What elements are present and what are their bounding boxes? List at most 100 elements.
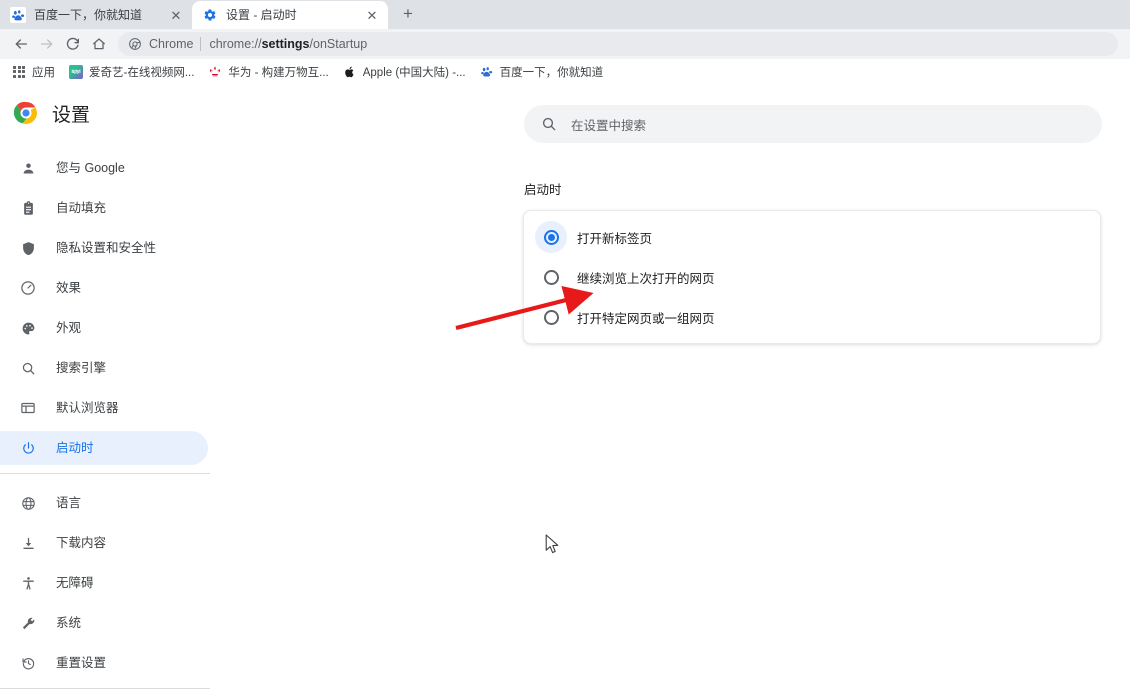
browser-window-icon xyxy=(18,398,38,418)
sidebar-item-label: 默认浏览器 xyxy=(56,400,119,415)
sidebar-item-system[interactable]: 系统 xyxy=(0,606,208,640)
sidebar-item-label: 效果 xyxy=(56,280,82,295)
wrench-icon xyxy=(18,613,38,633)
download-icon xyxy=(18,533,38,553)
bookmark-huawei[interactable]: 华为 - 构建万物互... xyxy=(202,62,334,82)
sidebar-item-accessibility[interactable]: 无障碍 xyxy=(0,566,208,600)
sidebar-item-autofill[interactable]: 自动填充 xyxy=(0,191,208,225)
sidebar-item-downloads[interactable]: 下载内容 xyxy=(0,526,208,560)
huawei-flower-icon xyxy=(208,65,222,79)
radio-button-open-new-tab[interactable] xyxy=(535,221,567,253)
sidebar-item-label: 下载内容 xyxy=(56,535,107,550)
back-button[interactable] xyxy=(8,31,34,57)
sidebar-item-label: 系统 xyxy=(56,615,82,630)
baidu-paw-icon xyxy=(10,7,26,23)
home-button[interactable] xyxy=(86,31,112,57)
reload-button[interactable] xyxy=(60,31,86,57)
sidebar-item-label: 无障碍 xyxy=(56,575,94,590)
sidebar-item-label: 自动填充 xyxy=(56,200,107,215)
sidebar-item-label: 外观 xyxy=(56,320,82,335)
url-bold-segment: settings xyxy=(261,37,310,51)
sidebar-item-label: 您与 Google xyxy=(56,160,125,175)
search-icon xyxy=(18,358,38,378)
tab-title: 设置 - 启动时 xyxy=(226,8,297,22)
sidebar-item-you-and-google[interactable]: 您与 Google xyxy=(0,151,208,185)
accessibility-icon xyxy=(18,573,38,593)
shield-icon xyxy=(18,238,38,258)
browser-tab-baidu[interactable]: 百度一下，你就知道 ✕ xyxy=(0,1,192,29)
bookmark-apple[interactable]: Apple (中国大陆) -... xyxy=(337,62,472,82)
search-input[interactable]: 在设置中搜索 xyxy=(524,105,1102,143)
radio-label: 继续浏览上次打开的网页 xyxy=(577,271,715,286)
sidebar-item-languages[interactable]: 语言 xyxy=(0,486,208,520)
address-bar[interactable]: Chrome chrome://settings/onStartup xyxy=(118,32,1118,56)
new-tab-button[interactable]: + xyxy=(394,0,422,28)
omnibox-scheme-label: Chrome xyxy=(149,37,194,51)
sidebar-divider-1 xyxy=(0,473,210,474)
bookmarks-bar: 应用 iqiyi 爱奇艺-在线视频网... 华为 - 构建万物互... Appl… xyxy=(0,59,1130,85)
apps-grid-icon xyxy=(12,65,26,79)
tab-close-icon[interactable]: ✕ xyxy=(168,7,184,23)
bookmark-iqiyi[interactable]: iqiyi 爱奇艺-在线视频网... xyxy=(63,62,200,82)
settings-sidebar: 设置 您与 Google 自动填充 隐私设置和安全性 效果 外观 搜索引擎 默认… xyxy=(0,85,210,691)
forward-button[interactable] xyxy=(34,31,60,57)
power-icon xyxy=(18,438,38,458)
browser-tab-settings[interactable]: 设置 - 启动时 ✕ xyxy=(192,1,388,29)
search-placeholder: 在设置中搜索 xyxy=(571,118,647,133)
sidebar-item-default-browser[interactable]: 默认浏览器 xyxy=(0,391,208,425)
tab-title: 百度一下，你就知道 xyxy=(34,8,143,22)
settings-page: 设置 您与 Google 自动填充 隐私设置和安全性 效果 外观 搜索引擎 默认… xyxy=(0,85,1130,691)
radio-row-continue-where-left-off[interactable]: 继续浏览上次打开的网页 xyxy=(524,257,1100,297)
radio-row-open-new-tab[interactable]: 打开新标签页 xyxy=(524,217,1100,257)
speedometer-icon xyxy=(18,278,38,298)
omnibox-divider xyxy=(200,37,202,51)
sidebar-item-search-engine[interactable]: 搜索引擎 xyxy=(0,351,208,385)
bookmark-baidu[interactable]: 百度一下，你就知道 xyxy=(474,62,610,82)
tab-close-icon[interactable]: ✕ xyxy=(364,7,380,23)
bookmark-apps[interactable]: 应用 xyxy=(6,62,61,82)
bookmark-label: 百度一下，你就知道 xyxy=(499,66,604,79)
sidebar-item-appearance[interactable]: 外观 xyxy=(0,311,208,345)
browser-toolbar: Chrome chrome://settings/onStartup xyxy=(0,29,1130,59)
sidebar-item-on-startup[interactable]: 启动时 xyxy=(0,431,208,465)
bookmark-label: 华为 - 构建万物互... xyxy=(228,66,329,79)
search-icon xyxy=(541,116,557,132)
bookmark-label: 爱奇艺-在线视频网... xyxy=(89,66,195,79)
sidebar-nav-group-2: 语言 下载内容 无障碍 系统 重置设置 xyxy=(0,486,210,680)
sidebar-item-privacy-security[interactable]: 隐私设置和安全性 xyxy=(0,231,208,265)
bookmark-label: Apple (中国大陆) -... xyxy=(362,66,466,79)
baidu-paw-icon xyxy=(480,65,494,79)
tab-strip: 百度一下，你就知道 ✕ 设置 - 启动时 ✕ + xyxy=(0,0,1130,29)
sidebar-item-label: 重置设置 xyxy=(56,655,107,670)
settings-brand: 设置 xyxy=(0,85,210,141)
url-suffix: /onStartup xyxy=(309,37,368,51)
sidebar-nav-group-1: 您与 Google 自动填充 隐私设置和安全性 效果 外观 搜索引擎 默认浏览器… xyxy=(0,141,210,465)
history-restore-icon xyxy=(18,653,38,673)
radio-label: 打开特定网页或一组网页 xyxy=(577,311,715,326)
sidebar-item-performance[interactable]: 效果 xyxy=(0,271,208,305)
sidebar-item-label: 隐私设置和安全性 xyxy=(56,240,157,255)
url-prefix: chrome:// xyxy=(209,37,262,51)
startup-options-card: 打开新标签页 继续浏览上次打开的网页 打开特定网页或一组网页 xyxy=(523,210,1101,344)
chrome-logo-icon xyxy=(13,101,38,125)
radio-label: 打开新标签页 xyxy=(577,231,653,246)
sidebar-item-label: 启动时 xyxy=(56,440,94,455)
sidebar-item-label: 搜索引擎 xyxy=(56,360,107,375)
iqiyi-icon: iqiyi xyxy=(69,64,83,79)
omnibox-url: chrome://settings/onStartup xyxy=(209,37,367,51)
globe-icon xyxy=(18,493,38,513)
chrome-outline-icon xyxy=(128,37,142,51)
sidebar-item-label: 语言 xyxy=(56,495,82,510)
settings-main: 在设置中搜索 启动时 打开新标签页 继续浏览上次打开的网页 打开特定网页或一组网… xyxy=(210,85,1130,691)
page-title: 设置 xyxy=(52,104,91,126)
palette-icon xyxy=(18,318,38,338)
apple-logo-icon xyxy=(343,65,357,79)
clipboard-icon xyxy=(18,198,38,218)
sidebar-item-reset-settings[interactable]: 重置设置 xyxy=(0,646,208,680)
settings-gear-icon xyxy=(202,7,218,23)
bookmark-label: 应用 xyxy=(32,66,55,79)
radio-button-continue-where-left-off[interactable] xyxy=(535,261,567,293)
radio-button-open-specific-pages[interactable] xyxy=(535,301,567,333)
person-icon xyxy=(18,158,38,178)
radio-row-open-specific-pages[interactable]: 打开特定网页或一组网页 xyxy=(524,297,1100,337)
